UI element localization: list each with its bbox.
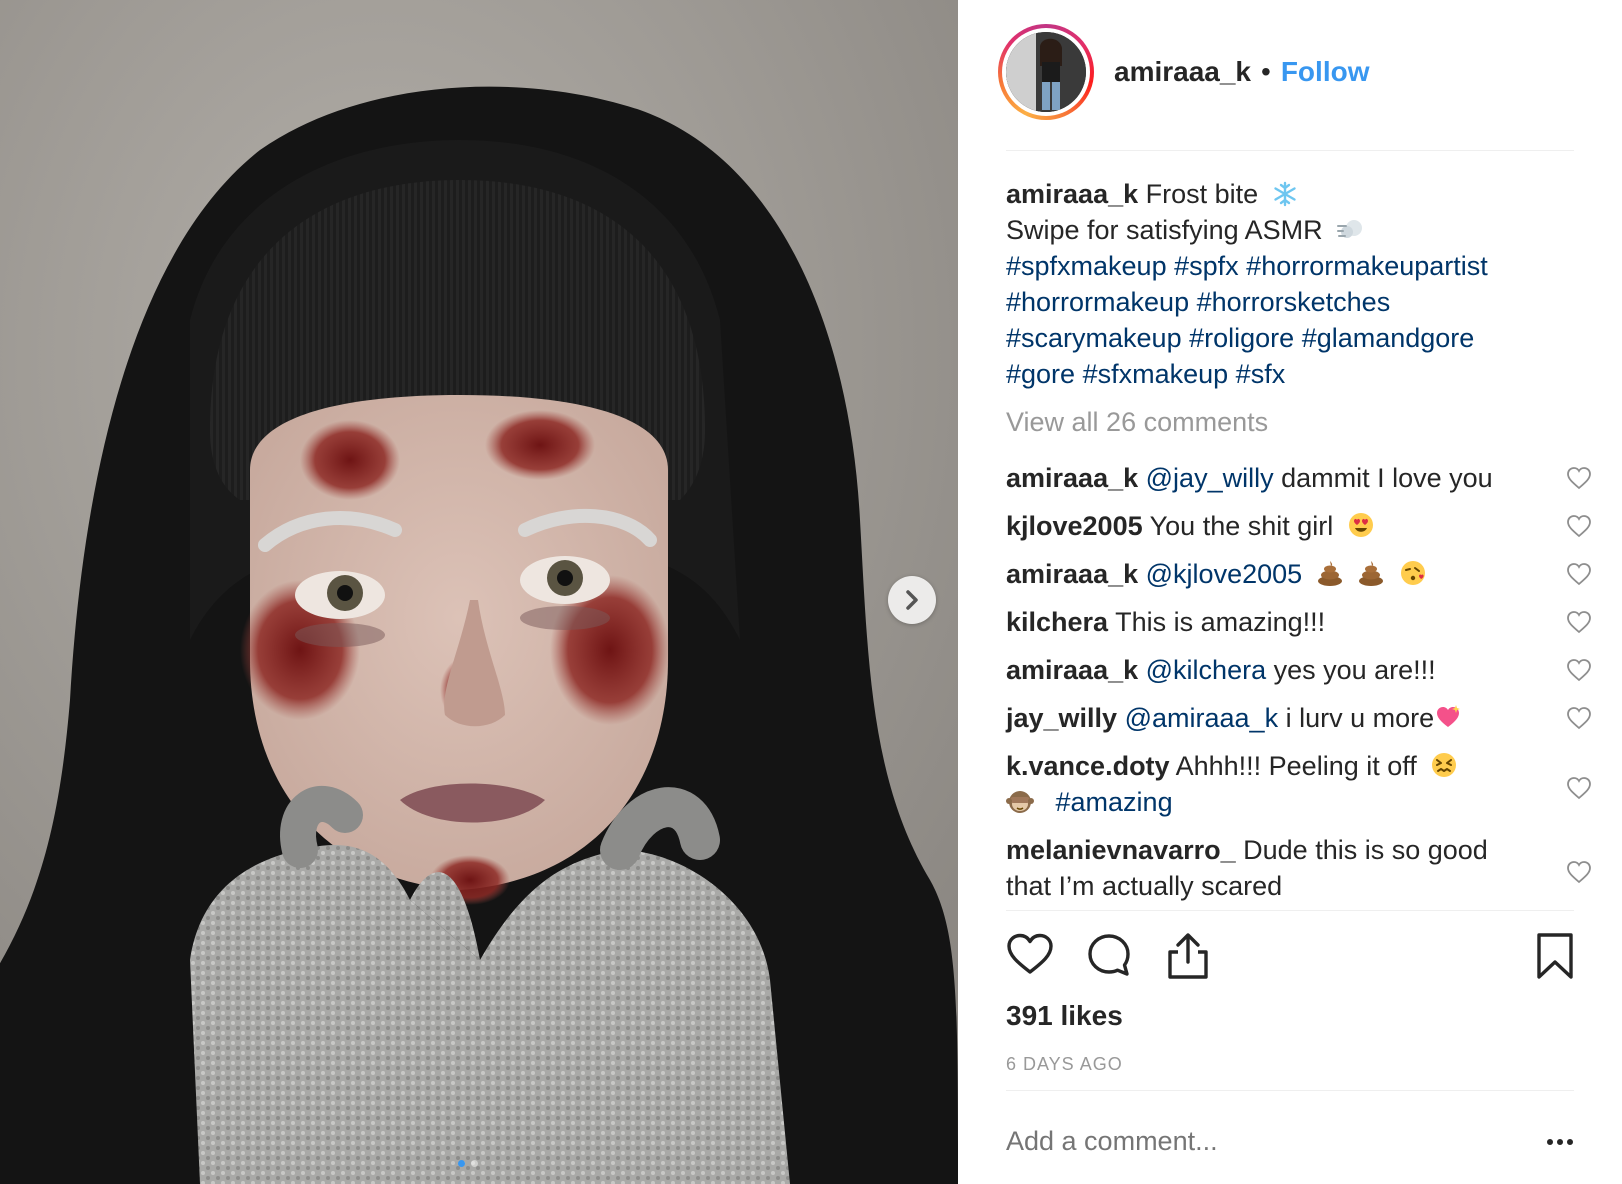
hashtag-link[interactable]: #roligore (1189, 323, 1294, 353)
follow-button[interactable]: Follow (1281, 56, 1370, 88)
kissing-emoji-icon (1400, 561, 1425, 585)
hashtag-link[interactable]: #spfx (1174, 251, 1239, 281)
confounded-emoji-icon (1432, 753, 1457, 777)
comment-text: Dude this is so good (1243, 835, 1488, 865)
comment-like-heart-icon[interactable] (1566, 610, 1592, 634)
comment-item: amiraaa_k @kjlove2005 (1006, 556, 1546, 592)
see-no-evil-monkey-icon (1006, 791, 1034, 813)
caption-line1: Frost bite (1145, 179, 1259, 209)
comment-text: i lurv u more (1285, 703, 1435, 733)
comment-item: amiraaa_k @kilchera yes you are!!! (1006, 652, 1546, 688)
bookmark-icon[interactable] (1536, 932, 1574, 980)
comment-username[interactable]: amiraaa_k (1006, 655, 1138, 685)
snowflake-icon (1274, 181, 1296, 207)
hashtag-link[interactable]: #amazing (1056, 787, 1173, 817)
comment-text: yes you are!!! (1273, 655, 1436, 685)
header-username[interactable]: amiraaa_k (1114, 56, 1251, 88)
hashtag-link[interactable]: #spfxmakeup (1006, 251, 1167, 281)
comments-divider (1006, 910, 1574, 911)
comment-bubble-icon[interactable] (1086, 932, 1132, 978)
carousel-dot-active (458, 1160, 465, 1167)
hashtag-link[interactable]: #scarymakeup (1006, 323, 1182, 353)
comment-username[interactable]: kilchera (1006, 607, 1108, 637)
heart-icon[interactable] (1006, 932, 1054, 976)
comment-mention[interactable]: @kjlove2005 (1146, 559, 1303, 589)
hashtag-link[interactable]: #horrorsketches (1197, 287, 1391, 317)
comment-text: You the shit girl (1149, 511, 1334, 541)
caption-line2: Swipe for satisfying ASMR (1006, 215, 1323, 245)
hashtag-link[interactable]: #horrormakeup (1006, 287, 1189, 317)
comment-mention[interactable]: @amiraaa_k (1125, 703, 1278, 733)
comment-text: Ahhh!!! Peeling it off (1175, 751, 1417, 781)
heart-eyes-emoji-icon (1348, 513, 1373, 537)
carousel-indicator (458, 1160, 478, 1167)
poop-emoji-icon (1359, 561, 1384, 586)
comment-username[interactable]: amiraaa_k (1006, 463, 1138, 493)
hashtag-link[interactable]: #glamandgore (1302, 323, 1475, 353)
comment-username[interactable]: melanievnavarro_ (1006, 835, 1236, 865)
carousel-dot (471, 1160, 478, 1167)
comment-text: that I’m actually scared (1006, 871, 1283, 901)
hashtag-link[interactable]: #sfx (1236, 359, 1286, 389)
chevron-right-icon (906, 590, 918, 610)
next-photo-button[interactable] (888, 576, 936, 624)
comment-like-heart-icon[interactable] (1566, 466, 1592, 490)
post-actions (1006, 932, 1574, 984)
header-divider (1006, 150, 1574, 151)
avatar[interactable] (1006, 32, 1086, 112)
comment-item: jay_willy @amiraaa_k i lurv u more (1006, 700, 1546, 736)
comment-item: amiraaa_k @jay_willy dammit I love you (1006, 460, 1546, 496)
comment-username[interactable]: kjlove2005 (1006, 511, 1143, 541)
view-all-comments-link[interactable]: View all 26 comments (1006, 407, 1268, 438)
comment-like-heart-icon[interactable] (1566, 776, 1592, 800)
poop-emoji-icon (1317, 561, 1342, 586)
comment-like-heart-icon[interactable] (1566, 658, 1592, 682)
caption-username[interactable]: amiraaa_k (1006, 179, 1138, 209)
comment-like-heart-icon[interactable] (1566, 860, 1592, 884)
hashtag-link[interactable]: #gore (1006, 359, 1075, 389)
comment-item: melanievnavarro_ Dude this is so good th… (1006, 832, 1546, 904)
comment-mention[interactable]: @kilchera (1146, 655, 1266, 685)
comment-text: This is amazing!!! (1115, 607, 1326, 637)
post-caption: amiraaa_k Frost bite Swipe for satisfyin… (1006, 176, 1546, 392)
comment-like-heart-icon[interactable] (1566, 514, 1592, 538)
hashtag-link[interactable]: #horrormakeupartist (1246, 251, 1488, 281)
comment-item: kilchera This is amazing!!! (1006, 604, 1546, 640)
more-options-icon[interactable] (1546, 1138, 1574, 1146)
post-image (0, 0, 958, 1184)
add-comment-input[interactable] (1006, 1126, 1506, 1157)
comment-username[interactable]: k.vance.doty (1006, 751, 1170, 781)
dash-icon (1337, 220, 1363, 238)
comment-like-heart-icon[interactable] (1566, 562, 1592, 586)
comment-mention[interactable]: @jay_willy (1146, 463, 1274, 493)
comment-item: kjlove2005 You the shit girl (1006, 508, 1546, 544)
comment-like-heart-icon[interactable] (1566, 706, 1592, 730)
post-header: amiraaa_k • Follow (998, 22, 1578, 122)
sparkling-heart-icon (1437, 705, 1461, 727)
comment-text: dammit I love you (1281, 463, 1493, 493)
post-photo[interactable] (0, 0, 958, 1184)
avatar-image (1006, 32, 1086, 112)
comment-box-divider (1006, 1090, 1574, 1091)
header-separator: • (1261, 56, 1271, 87)
comment-username[interactable]: jay_willy (1006, 703, 1117, 733)
post-timestamp: 6 DAYS AGO (1006, 1054, 1123, 1074)
post-side-panel: amiraaa_k • Follow amiraaa_k Frost bite … (958, 0, 1622, 1184)
share-icon[interactable] (1166, 932, 1210, 980)
like-count[interactable]: 391 likes (1006, 1000, 1123, 1032)
hashtag-link[interactable]: #sfxmakeup (1083, 359, 1229, 389)
story-ring[interactable] (998, 24, 1094, 120)
comment-item: k.vance.doty Ahhh!!! Peeling it off #ama… (1006, 748, 1546, 820)
comment-username[interactable]: amiraaa_k (1006, 559, 1138, 589)
